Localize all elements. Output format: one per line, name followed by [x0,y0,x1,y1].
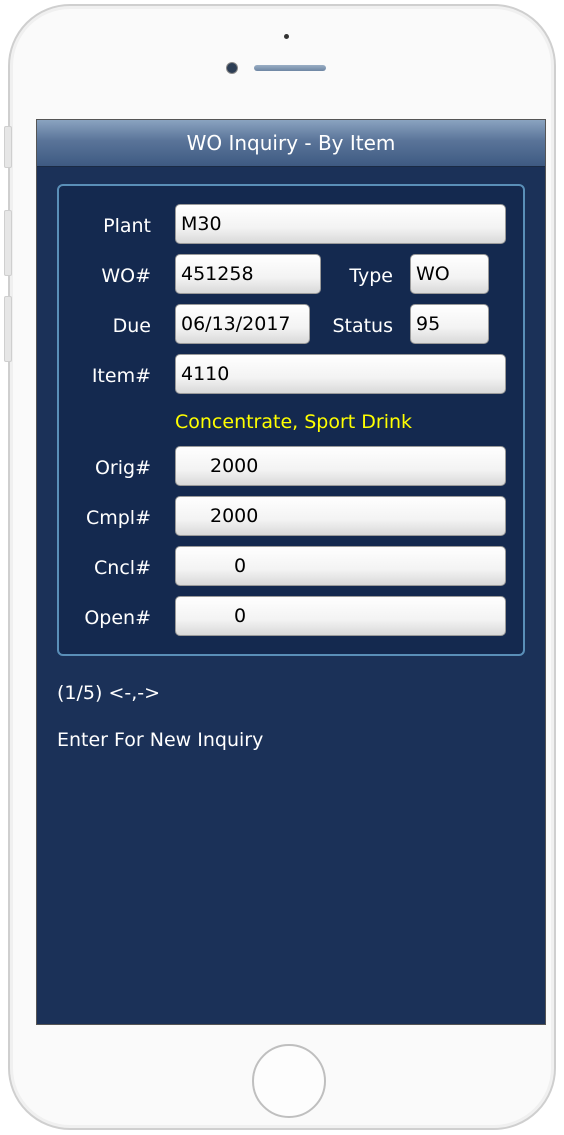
wo-number-field[interactable]: 451258 [175,254,321,294]
home-button[interactable] [252,1044,326,1118]
earpiece-speaker [254,65,326,71]
plant-field[interactable]: M30 [175,204,506,244]
inquiry-panel: Plant M30 WO# 451258 Type WO Due 06/13/2… [57,184,525,656]
open-qty-label: Open# [84,607,151,629]
cancelled-qty-label: Cncl# [94,557,151,579]
completed-qty-label: Cmpl# [85,507,151,529]
orig-qty-field[interactable]: 2000 [175,446,506,486]
item-number-label: Item# [91,365,151,387]
cancelled-qty-field[interactable]: 0 [175,546,506,586]
new-inquiry-hint: Enter For New Inquiry [57,729,264,751]
item-description: Concentrate, Sport Drink [175,411,413,433]
front-camera [227,63,237,73]
due-label: Due [112,315,151,337]
proximity-sensor [284,34,289,39]
wo-number-label: WO# [101,265,151,287]
type-field[interactable]: WO [410,254,489,294]
type-label: Type [349,265,393,287]
screen-title: WO Inquiry - By Item [37,120,545,167]
volume-up-button [4,210,12,276]
mute-switch [4,126,12,168]
orig-qty-label: Orig# [94,457,151,479]
pager-indicator[interactable]: (1/5) <-,-> [57,681,160,705]
plant-label: Plant [103,215,151,237]
open-qty-field[interactable]: 0 [175,596,506,636]
status-field[interactable]: 95 [410,304,489,344]
due-date-field[interactable]: 06/13/2017 [175,304,310,344]
app-screen: WO Inquiry - By Item Plant M30 WO# 45125… [36,119,546,1025]
volume-down-button [4,296,12,362]
status-label: Status [332,315,393,337]
item-number-field[interactable]: 4110 [175,354,506,394]
completed-qty-field[interactable]: 2000 [175,496,506,536]
